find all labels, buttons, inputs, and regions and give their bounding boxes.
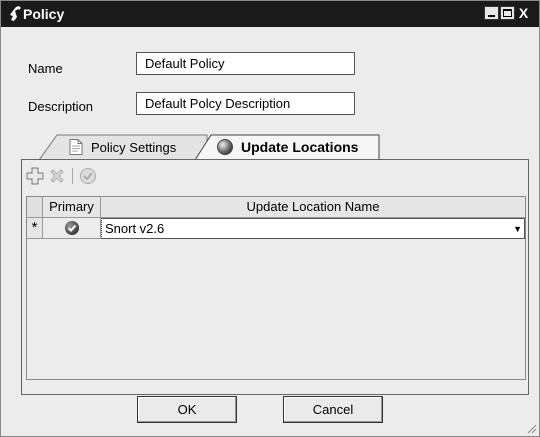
name-field[interactable]: Default Policy	[136, 52, 355, 75]
dropdown-arrow-icon[interactable]: ▼	[513, 219, 522, 239]
tab-label: Policy Settings	[91, 139, 177, 155]
resize-grip-icon[interactable]	[525, 422, 537, 434]
check-icon[interactable]	[79, 167, 97, 185]
tab-policy-settings[interactable]: Policy Settings	[39, 134, 209, 160]
maximize-button[interactable]	[500, 6, 515, 20]
name-label: Name	[28, 61, 63, 76]
primary-cell[interactable]	[43, 218, 101, 239]
title-bar[interactable]: Policy X	[1, 1, 539, 27]
document-icon	[69, 139, 83, 155]
tab-update-locations[interactable]: Update Locations	[195, 134, 381, 160]
row-marker: *	[27, 218, 43, 239]
policy-icon	[10, 6, 21, 21]
globe-icon	[217, 139, 233, 155]
location-name-cell[interactable]: Snort v2.6 ▼	[101, 218, 525, 239]
window-controls: X	[484, 6, 531, 20]
locations-grid: Primary Update Location Name * Snort v2.	[26, 196, 526, 380]
location-name-text: Snort v2.6	[105, 221, 165, 236]
policy-dialog: Policy X Name Default Policy Description…	[0, 0, 540, 437]
column-header-location[interactable]: Update Location Name	[101, 197, 525, 218]
tab-strip: Policy Settings Update Locations	[21, 134, 521, 160]
description-field[interactable]: Default Polcy Description	[136, 92, 355, 115]
primary-check-icon	[64, 221, 79, 235]
add-icon[interactable]	[26, 167, 44, 185]
tab-label: Update Locations	[241, 139, 359, 155]
description-label: Description	[28, 99, 94, 114]
column-header-primary[interactable]: Primary	[43, 197, 101, 218]
cancel-button[interactable]: Cancel	[283, 396, 383, 423]
ok-button[interactable]: OK	[137, 396, 237, 423]
tab-panel: Primary Update Location Name * Snort v2.	[21, 159, 529, 395]
close-button[interactable]: X	[516, 6, 531, 20]
delete-icon[interactable]	[48, 167, 66, 185]
toolbar-separator	[72, 168, 73, 184]
window-title: Policy	[23, 6, 65, 22]
row-header-corner	[27, 197, 43, 218]
toolbar	[26, 166, 97, 186]
minimize-button[interactable]	[484, 6, 499, 20]
